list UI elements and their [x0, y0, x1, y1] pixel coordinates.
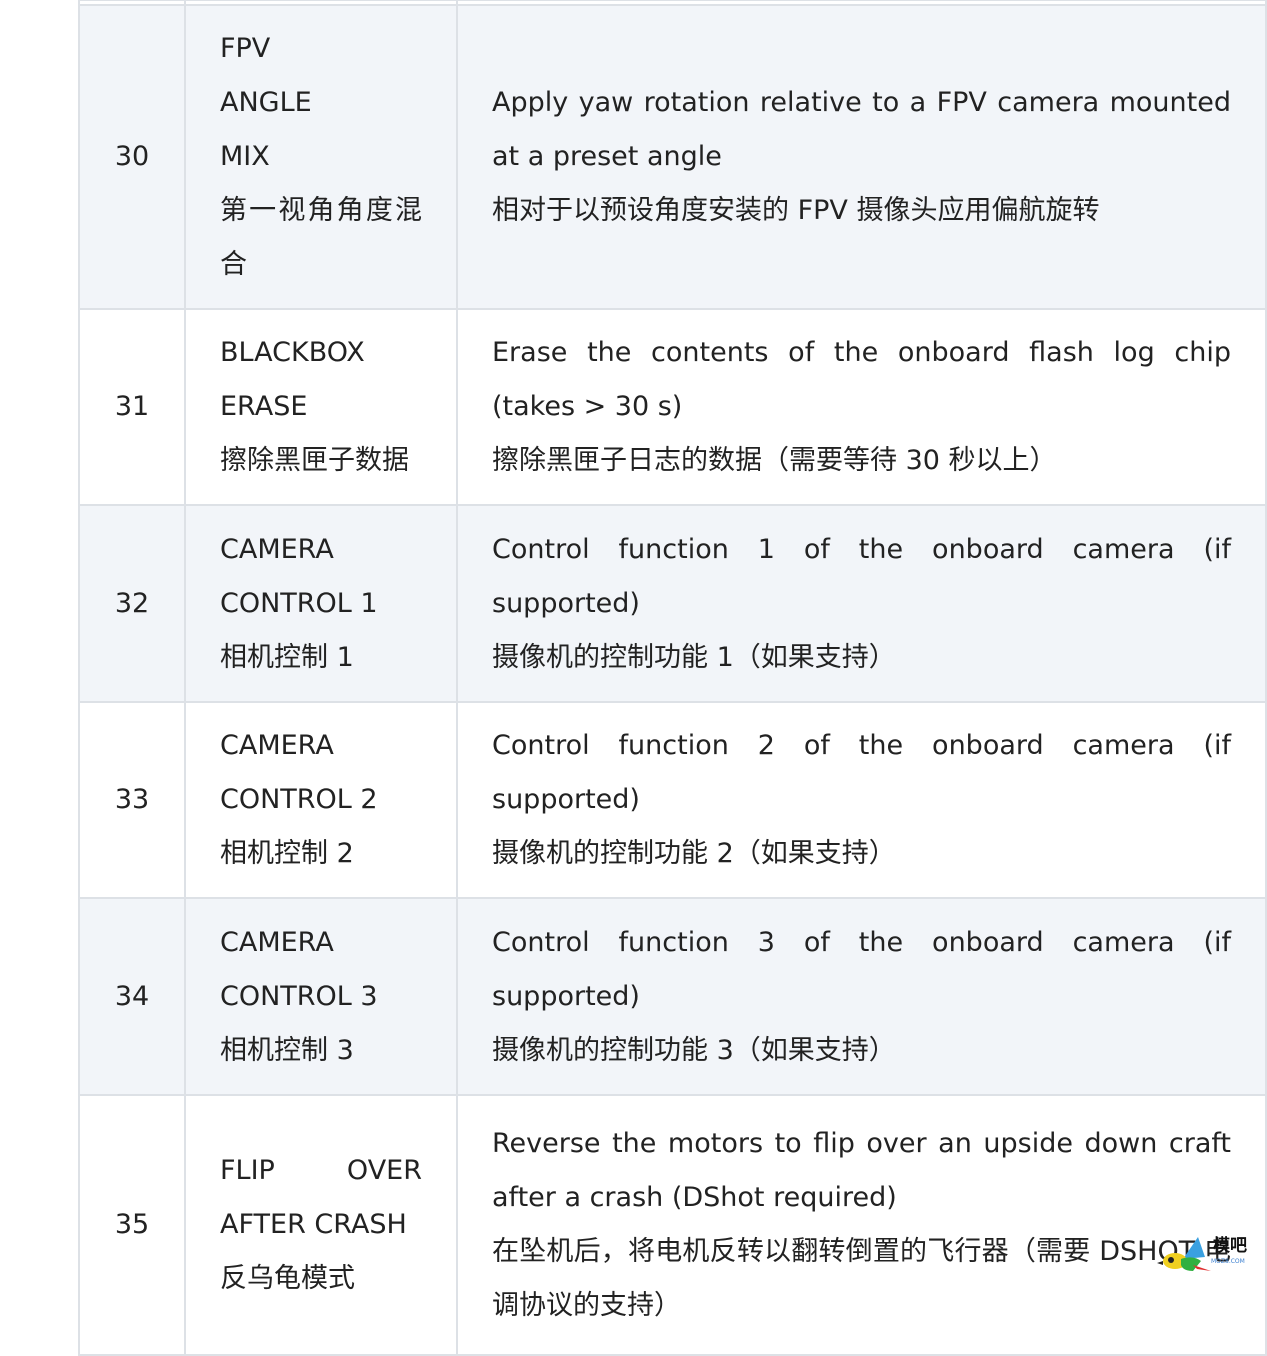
row-number: 34 [78, 897, 186, 1096]
watermark-text: 模吧 [1213, 1235, 1247, 1256]
row-number: 31 [78, 308, 186, 506]
desc-en: Erase the contents of the onboard flash … [492, 337, 1231, 422]
mode-description: Reverse the motors to flip over an upsid… [456, 1094, 1267, 1356]
desc-zh: 摄像机的控制功能 3（如果支持） [492, 1034, 896, 1066]
watermark-sub: MOZ8.COM [1211, 1258, 1245, 1265]
mode-description: Erase the contents of the onboard flash … [456, 308, 1267, 506]
mode-description: Control function 2 of the onboard camera… [456, 701, 1267, 899]
mode-name-zh: 相机控制 2 [220, 838, 354, 869]
table-row: 34 CAMERA CONTROL 3 相机控制 3 Control functi… [78, 897, 1267, 1096]
mode-name-zh: 第一视角角度混合 [220, 195, 422, 280]
desc-zh: 擦除黑匣子日志的数据（需要等待 30 秒以上） [492, 445, 1057, 476]
mode-name-en: CAMERA CONTROL 1 [220, 533, 378, 619]
modes-table: 30 FPV ANGLE MIX 第一视角角度混合 Apply yaw rotat… [78, 0, 1267, 1356]
row-number: 35 [78, 1094, 186, 1356]
desc-zh: 摄像机的控制功能 2（如果支持） [492, 838, 896, 869]
table-row: 35 FLIP OVER AFTER CRASH 反乌龟模式 Reverse th… [78, 1094, 1267, 1356]
mode-name: CAMERA CONTROL 1 相机控制 1 [184, 504, 458, 703]
mode-name-en: CAMERA CONTROL 3 [220, 926, 378, 1012]
mode-name-en: BLACKBOX ERASE [220, 337, 365, 422]
mode-name-en: FLIP OVER AFTER CRASH [220, 1155, 422, 1240]
mode-name: FLIP OVER AFTER CRASH 反乌龟模式 [184, 1094, 458, 1356]
row-number: 30 [78, 4, 186, 310]
desc-en: Control function 2 of the onboard camera… [492, 730, 1231, 815]
row-number: 32 [78, 504, 186, 703]
mode-name: CAMERA CONTROL 3 相机控制 3 [184, 897, 458, 1096]
mode-description: Control function 3 of the onboard camera… [456, 897, 1267, 1096]
table-row: 30 FPV ANGLE MIX 第一视角角度混合 Apply yaw rotat… [78, 4, 1267, 310]
desc-en: Reverse the motors to flip over an upsid… [492, 1128, 1231, 1213]
moz8-watermark-logo: 模吧 MOZ8.COM [1157, 1235, 1247, 1271]
mode-name: BLACKBOX ERASE 擦除黑匣子数据 [184, 308, 458, 506]
table-row: 33 CAMERA CONTROL 2 相机控制 2 Control functi… [78, 701, 1267, 899]
mode-name-zh: 相机控制 3 [220, 1034, 354, 1066]
desc-zh: 相对于以预设角度安装的 FPV 摄像头应用偏航旋转 [492, 195, 1100, 226]
row-number: 33 [78, 701, 186, 899]
mode-name-zh: 相机控制 1 [220, 641, 354, 673]
table-row: 32 CAMERA CONTROL 1 相机控制 1 Control functi… [78, 504, 1267, 703]
desc-zh: 摄像机的控制功能 1（如果支持） [492, 641, 896, 673]
mode-name: CAMERA CONTROL 2 相机控制 2 [184, 701, 458, 899]
desc-en: Apply yaw rotation relative to a FPV cam… [492, 87, 1231, 172]
mode-name-zh: 反乌龟模式 [220, 1263, 355, 1294]
mode-name-zh: 擦除黑匣子数据 [220, 445, 409, 476]
mode-name-en: FPV ANGLE MIX [220, 33, 312, 172]
desc-en: Control function 3 of the onboard camera… [492, 926, 1231, 1012]
desc-en: Control function 1 of the onboard camera… [492, 533, 1231, 619]
mode-description: Apply yaw rotation relative to a FPV cam… [456, 4, 1267, 310]
desc-zh: 在坠机后，将电机反转以翻转倒置的飞行器（需要 DSHOT 电调协议的支持） [492, 1236, 1231, 1321]
mode-description: Control function 1 of the onboard camera… [456, 504, 1267, 703]
table-row: 31 BLACKBOX ERASE 擦除黑匣子数据 Erase the conte… [78, 308, 1267, 506]
mode-name-en: CAMERA CONTROL 2 [220, 730, 378, 815]
mode-name: FPV ANGLE MIX 第一视角角度混合 [184, 4, 458, 310]
